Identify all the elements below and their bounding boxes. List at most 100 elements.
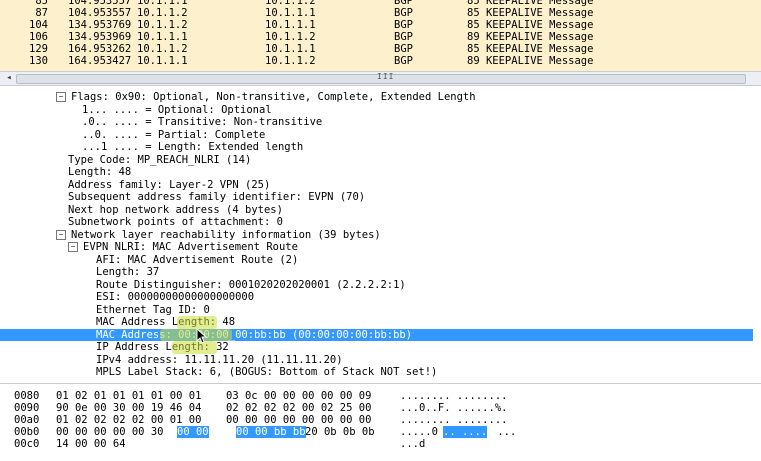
tree-item[interactable]: Next hop network address (4 bytes)	[0, 204, 753, 217]
hex-bytes-selected: 00 00 bb bb	[236, 426, 306, 438]
hex-bytes: 20 0b 0b 0b	[305, 426, 375, 438]
packet-details-tree[interactable]: − Flags: 0x90: Optional, Non-transitive, …	[0, 86, 761, 384]
tree-item[interactable]: − Network layer reachability information …	[0, 229, 753, 242]
hex-ascii: .....0	[400, 426, 438, 438]
hex-ascii: ........ ........	[400, 414, 508, 426]
packet-time: 134.953969	[68, 31, 132, 43]
tree-item-label: Flags: 0x90: Optional, Non-transitive, C…	[71, 91, 476, 103]
tree-item-label: Next hop network address (4 bytes)	[68, 203, 283, 216]
tree-item[interactable]: IPv4 address: 11.11.11.20 (11.11.11.20)	[0, 354, 753, 367]
collapse-toggle-icon[interactable]: −	[56, 92, 66, 102]
packet-dst: 10.1.1.2	[265, 55, 316, 67]
tree-item-label: Type Code: MP_REACH_NLRI (14)	[68, 153, 252, 166]
hex-ascii: ...d	[400, 438, 426, 450]
packet-list[interactable]: 85 104.953557 10.1.1.1 10.1.1.2 BGP 85 KEEPAL…	[0, 0, 761, 71]
hex-row[interactable]: 00a0 01 02 02 02 02 00 01 00 00 00 00 00 0…	[0, 414, 761, 426]
hex-offset: 0090	[14, 402, 40, 414]
packet-row[interactable]: 104 134.953769 10.1.1.2 10.1.1.1 BGP 85 KEEPA…	[0, 19, 761, 31]
tree-item-label: Length: 37	[96, 266, 160, 278]
tree-item[interactable]: AFI: MAC Advertisement Route (2)	[0, 254, 753, 267]
tree-item[interactable]: .0.. .... = Transitive: Non-transitive	[0, 116, 753, 129]
packet-row[interactable]: 87 104.953557 10.1.1.2 10.1.1.1 BGP 85 KEEPAL…	[0, 7, 761, 19]
scrollbar-thumb[interactable]: III	[16, 72, 746, 84]
packet-dst: 10.1.1.1	[265, 7, 316, 19]
packet-no: 106	[29, 31, 48, 43]
hex-ascii: ...0..F. ......%.	[400, 402, 508, 414]
packet-info: 85 KEEPALIVE Message	[467, 43, 594, 55]
tree-item-label: MAC Address: 00:00:00_00:bb:bb (00:00:00…	[96, 328, 413, 341]
hex-bytes: 03 0c 00 00 00 00 00 09	[226, 390, 372, 402]
highlight-mark	[172, 341, 217, 354]
tree-item-label: Address family: Layer-2 VPN (25)	[68, 178, 271, 191]
tree-item[interactable]: Route Distinguisher: 0001020202020001 (2…	[0, 279, 753, 292]
tree-item[interactable]: Address family: Layer-2 VPN (25)	[0, 179, 753, 192]
packet-src: 10.1.1.2	[137, 43, 188, 55]
packet-proto: BGP	[394, 7, 413, 19]
collapse-toggle-icon[interactable]: −	[56, 229, 66, 240]
tree-item[interactable]: MPLS Label Stack: 6, (BOGUS: Bottom of S…	[0, 366, 753, 379]
tree-item[interactable]: Type Code: MP_REACH_NLRI (14)	[0, 154, 753, 167]
hex-bytes: 01 02 01 01 01 01 00 01	[56, 390, 202, 402]
hex-bytes: 00 00 00 00 00 00 00 00	[226, 414, 372, 426]
packet-dst: 10.1.1.1	[265, 19, 316, 31]
tree-item[interactable]: ...1 .... = Length: Extended length	[0, 141, 753, 154]
packet-src: 10.1.1.1	[137, 0, 188, 7]
packet-proto: BGP	[394, 55, 413, 67]
hex-ascii: ........ ........	[400, 390, 508, 402]
tree-item-label: .0.. .... = Transitive: Non-transitive	[82, 116, 323, 128]
collapse-toggle-icon[interactable]: −	[68, 242, 78, 252]
tree-item[interactable]: MAC Address: 00:00:00_00:bb:bb (00:00:00…	[0, 328, 753, 341]
scroll-left-icon[interactable]: ◂	[2, 72, 16, 85]
tree-item[interactable]: Subsequent address family identifier: EV…	[0, 191, 753, 204]
tree-item[interactable]: ..0. .... = Partial: Complete	[0, 129, 753, 142]
packet-row[interactable]: 129 164.953262 10.1.1.2 10.1.1.1 BGP 85 KEEPA…	[0, 43, 761, 55]
packet-info: 89 KEEPALIVE Message	[467, 31, 594, 43]
tree-item-label: Route Distinguisher: 0001020202020001 (2…	[96, 278, 406, 291]
tree-item-label: AFI: MAC Advertisement Route (2)	[96, 253, 299, 266]
tree-item-label: Network layer reachability information (…	[71, 228, 381, 241]
tree-item-label: IPv4 address: 11.11.11.20 (11.11.11.20)	[96, 353, 343, 366]
packet-row[interactable]: 106 134.953969 10.1.1.1 10.1.1.2 BGP 89 KEEPA…	[0, 31, 761, 43]
tree-item[interactable]: MAC Address Length: 48	[0, 316, 753, 329]
hex-bytes: 14 00 00 64	[56, 438, 126, 450]
tree-item-label: ...1 .... = Length: Extended length	[82, 141, 304, 153]
packet-time: 164.953427	[68, 55, 132, 67]
hex-offset: 00a0	[14, 414, 40, 426]
hex-row[interactable]: 00b0 00 00 00 00 00 30 00 00 00 00 bb bb 20 …	[0, 426, 761, 438]
mouse-cursor-icon	[196, 327, 208, 348]
packet-dst: 10.1.1.2	[265, 31, 316, 43]
packet-proto: BGP	[394, 43, 413, 55]
packet-row[interactable]: 130 164.953427 10.1.1.1 10.1.1.2 BGP 89 KEEPA…	[0, 55, 761, 67]
hex-row[interactable]: 0080 01 02 01 01 01 01 00 01 03 0c 00 00 0…	[0, 390, 761, 402]
tree-item-label: Length: 48	[68, 166, 132, 178]
hex-offset: 0080	[14, 390, 40, 402]
tree-item[interactable]: − EVPN NLRI: MAC Advertisement Route	[0, 241, 753, 254]
tree-item-label: MPLS Label Stack: 6, (BOGUS: Bottom of S…	[96, 366, 438, 378]
hex-bytes: 90 0e 00 30 00 19 46 04	[56, 402, 202, 414]
tree-item[interactable]: Length: 48	[0, 166, 753, 179]
hex-row[interactable]: 00c0 14 00 00 64 ...d	[0, 438, 761, 450]
tree-item[interactable]: − Flags: 0x90: Optional, Non-transitive, …	[0, 91, 753, 104]
packet-info: 85 KEEPALIVE Message	[467, 0, 594, 7]
packet-proto: BGP	[394, 0, 413, 7]
tree-item[interactable]: Length: 37	[0, 266, 753, 279]
tree-item[interactable]: Ethernet Tag ID: 0	[0, 304, 753, 317]
tree-item[interactable]: 1... .... = Optional: Optional	[0, 104, 753, 117]
horizontal-scrollbar[interactable]: ◂ III	[0, 71, 761, 86]
packet-bytes-pane[interactable]: 0080 01 02 01 01 01 01 00 01 03 0c 00 00 0…	[0, 384, 761, 461]
hex-row[interactable]: 0090 90 0e 00 30 00 19 46 04 02 02 02 02 0…	[0, 402, 761, 414]
tree-item-label: Subsequent address family identifier: EV…	[68, 191, 366, 203]
hex-bytes: 00 00 00 00 00 30	[56, 426, 164, 438]
tree-item[interactable]: Subnetwork points of attachment: 0	[0, 216, 753, 229]
hex-ascii-selected: .. ....	[443, 426, 488, 438]
packet-time: 134.953769	[68, 19, 132, 31]
packet-row[interactable]: 85 104.953557 10.1.1.1 10.1.1.2 BGP 85 KEEPAL…	[0, 0, 761, 7]
packet-no: 85	[35, 0, 48, 7]
packet-src: 10.1.1.2	[137, 7, 188, 19]
tree-item[interactable]: IP Address Length: 32	[0, 341, 753, 354]
tree-item[interactable]: ESI: 00000000000000000000	[0, 291, 753, 304]
packet-src: 10.1.1.2	[137, 19, 188, 31]
packet-time: 104.953557	[68, 7, 132, 19]
tree-item-label: Subnetwork points of attachment: 0	[68, 216, 283, 228]
tree-item-label: ESI: 00000000000000000000	[96, 291, 255, 303]
